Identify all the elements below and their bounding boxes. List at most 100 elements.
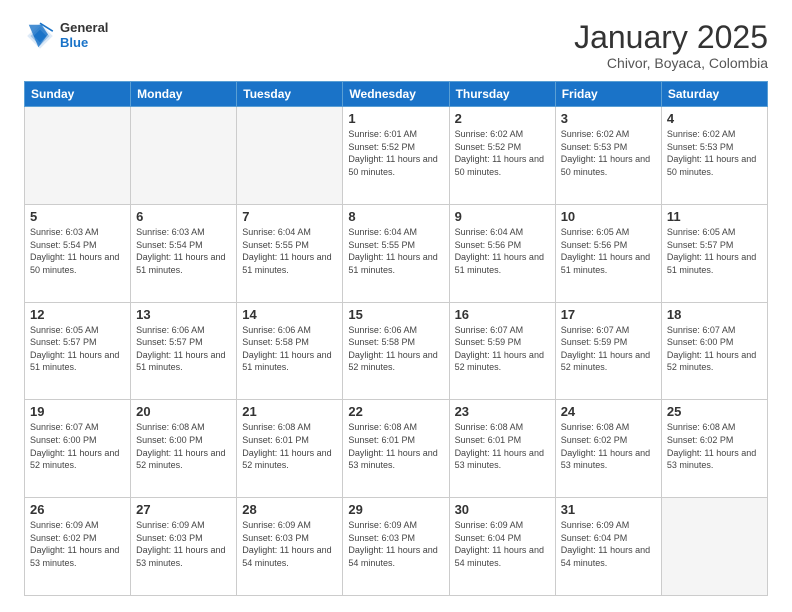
day-info: Sunrise: 6:08 AM Sunset: 6:00 PM Dayligh… <box>136 421 231 471</box>
calendar-cell: 30Sunrise: 6:09 AM Sunset: 6:04 PM Dayli… <box>449 498 555 596</box>
calendar-cell: 31 Sunrise: 6:09 AM Sunset: 6:04 PM Dayli… <box>555 498 661 596</box>
page: General Blue January 2025 Chivor, Boyaca… <box>0 0 792 612</box>
calendar-cell <box>237 107 343 205</box>
calendar-cell: 9 Sunrise: 6:04 AM Sunset: 5:56 PM Daylig… <box>449 204 555 302</box>
calendar-cell: 20 Sunrise: 6:08 AM Sunset: 6:00 PM Dayli… <box>131 400 237 498</box>
day-info: Sunrise: 6:05 AM Sunset: 5:56 PM Dayligh… <box>561 226 656 276</box>
day-info: Sunrise: 6:08 AM Sunset: 6:01 PM Dayligh… <box>348 421 443 471</box>
calendar-cell: 5 Sunrise: 6:03 AM Sunset: 5:54 PM Daylig… <box>25 204 131 302</box>
month-title: January 2025 <box>574 20 768 55</box>
day-info: Sunrise: 6:09 AM Sunset: 6:04 PM Dayligh… <box>561 519 656 569</box>
day-info: Sunrise: 6:09 AM Sunset: 6:04 PM Dayligh… <box>455 519 550 569</box>
calendar-cell: 18 Sunrise: 6:07 AM Sunset: 6:00 PM Dayli… <box>661 302 767 400</box>
day-info: Sunrise: 6:07 AM Sunset: 5:59 PM Dayligh… <box>455 324 550 374</box>
calendar-cell: 14 Sunrise: 6:06 AM Sunset: 5:58 PM Dayli… <box>237 302 343 400</box>
calendar-cell <box>661 498 767 596</box>
header-saturday: Saturday <box>661 82 767 107</box>
day-number: 25 <box>667 404 762 419</box>
calendar-cell: 16 Sunrise: 6:07 AM Sunset: 5:59 PM Dayli… <box>449 302 555 400</box>
header-sunday: Sunday <box>25 82 131 107</box>
header-monday: Monday <box>131 82 237 107</box>
day-number: 16 <box>455 307 550 322</box>
day-number: 31 <box>561 502 656 517</box>
day-info: Sunrise: 6:04 AM Sunset: 5:55 PM Dayligh… <box>242 226 337 276</box>
day-number: 27 <box>136 502 231 517</box>
day-info: Sunrise: 6:02 AM Sunset: 5:53 PM Dayligh… <box>561 128 656 178</box>
calendar-cell: 22Sunrise: 6:08 AM Sunset: 6:01 PM Dayli… <box>343 400 449 498</box>
calendar-cell <box>25 107 131 205</box>
calendar-cell: 1 Sunrise: 6:01 AM Sunset: 5:52 PM Daylig… <box>343 107 449 205</box>
header-thursday: Thursday <box>449 82 555 107</box>
day-info: Sunrise: 6:09 AM Sunset: 6:02 PM Dayligh… <box>30 519 125 569</box>
day-number: 3 <box>561 111 656 126</box>
calendar-cell: 26 Sunrise: 6:09 AM Sunset: 6:02 PM Dayli… <box>25 498 131 596</box>
day-info: Sunrise: 6:05 AM Sunset: 5:57 PM Dayligh… <box>667 226 762 276</box>
day-number: 6 <box>136 209 231 224</box>
day-info: Sunrise: 6:02 AM Sunset: 5:53 PM Dayligh… <box>667 128 762 178</box>
calendar-cell: 4 Sunrise: 6:02 AM Sunset: 5:53 PM Daylig… <box>661 107 767 205</box>
day-info: Sunrise: 6:01 AM Sunset: 5:52 PM Dayligh… <box>348 128 443 178</box>
day-number: 12 <box>30 307 125 322</box>
day-number: 5 <box>30 209 125 224</box>
day-info: Sunrise: 6:04 AM Sunset: 5:56 PM Dayligh… <box>455 226 550 276</box>
calendar-cell: 21 Sunrise: 6:08 AM Sunset: 6:01 PM Dayli… <box>237 400 343 498</box>
day-info: Sunrise: 6:06 AM Sunset: 5:58 PM Dayligh… <box>242 324 337 374</box>
day-info: Sunrise: 6:03 AM Sunset: 5:54 PM Dayligh… <box>30 226 125 276</box>
location-subtitle: Chivor, Boyaca, Colombia <box>574 55 768 71</box>
calendar-cell: 17Sunrise: 6:07 AM Sunset: 5:59 PM Dayli… <box>555 302 661 400</box>
calendar-cell: 27 Sunrise: 6:09 AM Sunset: 6:03 PM Dayli… <box>131 498 237 596</box>
day-info: Sunrise: 6:07 AM Sunset: 6:00 PM Dayligh… <box>30 421 125 471</box>
day-info: Sunrise: 6:05 AM Sunset: 5:57 PM Dayligh… <box>30 324 125 374</box>
calendar-cell: 2Sunrise: 6:02 AM Sunset: 5:52 PM Daylig… <box>449 107 555 205</box>
day-number: 29 <box>348 502 443 517</box>
calendar-cell: 7Sunrise: 6:04 AM Sunset: 5:55 PM Daylig… <box>237 204 343 302</box>
logo-general: General <box>60 21 108 36</box>
weekday-header-row: Sunday Monday Tuesday Wednesday Thursday… <box>25 82 768 107</box>
day-info: Sunrise: 6:06 AM Sunset: 5:57 PM Dayligh… <box>136 324 231 374</box>
calendar-cell: 8Sunrise: 6:04 AM Sunset: 5:55 PM Daylig… <box>343 204 449 302</box>
day-info: Sunrise: 6:08 AM Sunset: 6:02 PM Dayligh… <box>667 421 762 471</box>
day-number: 4 <box>667 111 762 126</box>
day-number: 21 <box>242 404 337 419</box>
header: General Blue January 2025 Chivor, Boyaca… <box>24 20 768 71</box>
day-info: Sunrise: 6:03 AM Sunset: 5:54 PM Dayligh… <box>136 226 231 276</box>
day-info: Sunrise: 6:09 AM Sunset: 6:03 PM Dayligh… <box>136 519 231 569</box>
day-number: 18 <box>667 307 762 322</box>
calendar-cell: 29Sunrise: 6:09 AM Sunset: 6:03 PM Dayli… <box>343 498 449 596</box>
calendar-cell: 11 Sunrise: 6:05 AM Sunset: 5:57 PM Dayli… <box>661 204 767 302</box>
day-number: 28 <box>242 502 337 517</box>
day-info: Sunrise: 6:08 AM Sunset: 6:01 PM Dayligh… <box>455 421 550 471</box>
logo-icon <box>24 20 56 52</box>
day-info: Sunrise: 6:07 AM Sunset: 6:00 PM Dayligh… <box>667 324 762 374</box>
day-number: 10 <box>561 209 656 224</box>
day-number: 23 <box>455 404 550 419</box>
day-number: 24 <box>561 404 656 419</box>
day-number: 19 <box>30 404 125 419</box>
header-wednesday: Wednesday <box>343 82 449 107</box>
calendar-week-row: 5 Sunrise: 6:03 AM Sunset: 5:54 PM Daylig… <box>25 204 768 302</box>
day-number: 14 <box>242 307 337 322</box>
day-number: 1 <box>348 111 443 126</box>
header-friday: Friday <box>555 82 661 107</box>
calendar-cell <box>131 107 237 205</box>
day-number: 20 <box>136 404 231 419</box>
day-info: Sunrise: 6:09 AM Sunset: 6:03 PM Dayligh… <box>242 519 337 569</box>
calendar-table: Sunday Monday Tuesday Wednesday Thursday… <box>24 81 768 596</box>
calendar-week-row: 26 Sunrise: 6:09 AM Sunset: 6:02 PM Dayli… <box>25 498 768 596</box>
calendar-cell: 24 Sunrise: 6:08 AM Sunset: 6:02 PM Dayli… <box>555 400 661 498</box>
title-block: January 2025 Chivor, Boyaca, Colombia <box>574 20 768 71</box>
calendar-cell: 23 Sunrise: 6:08 AM Sunset: 6:01 PM Dayli… <box>449 400 555 498</box>
day-number: 9 <box>455 209 550 224</box>
day-info: Sunrise: 6:04 AM Sunset: 5:55 PM Dayligh… <box>348 226 443 276</box>
day-info: Sunrise: 6:08 AM Sunset: 6:02 PM Dayligh… <box>561 421 656 471</box>
day-number: 11 <box>667 209 762 224</box>
logo: General Blue <box>24 20 108 52</box>
logo-text-block: General Blue <box>60 21 108 51</box>
calendar-cell: 10 Sunrise: 6:05 AM Sunset: 5:56 PM Dayli… <box>555 204 661 302</box>
calendar-week-row: 19 Sunrise: 6:07 AM Sunset: 6:00 PM Dayli… <box>25 400 768 498</box>
logo-blue: Blue <box>60 36 108 51</box>
day-number: 26 <box>30 502 125 517</box>
calendar-cell: 12 Sunrise: 6:05 AM Sunset: 5:57 PM Dayli… <box>25 302 131 400</box>
day-number: 2 <box>455 111 550 126</box>
day-info: Sunrise: 6:08 AM Sunset: 6:01 PM Dayligh… <box>242 421 337 471</box>
